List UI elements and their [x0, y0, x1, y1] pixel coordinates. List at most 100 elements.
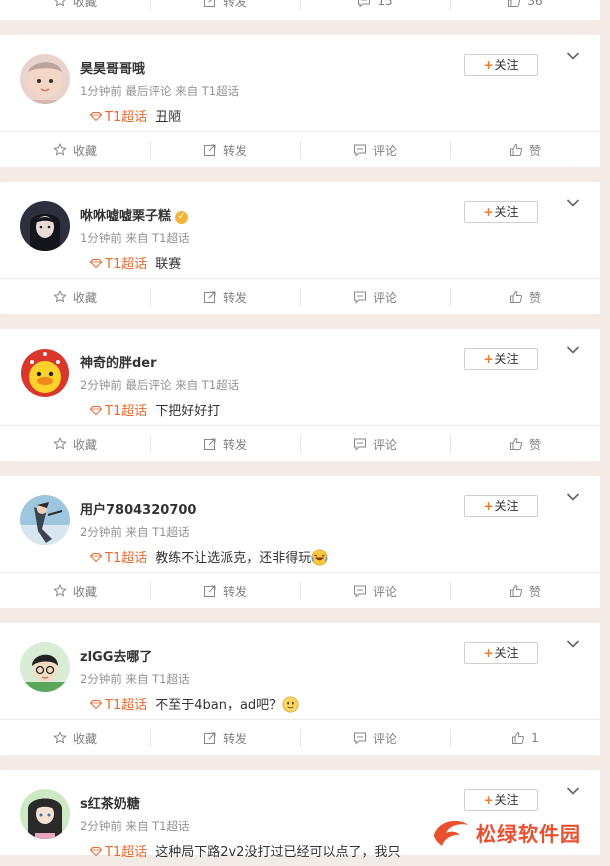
- user-name[interactable]: 用户7804320700: [80, 499, 196, 518]
- user-name[interactable]: s红茶奶糖: [80, 793, 140, 812]
- repost-button[interactable]: 转发: [150, 573, 300, 609]
- comment-icon: [353, 291, 366, 304]
- action-label: 收藏: [72, 731, 97, 746]
- follow-button[interactable]: +关注: [464, 54, 538, 76]
- action-label: 转发: [222, 584, 247, 599]
- follow-button[interactable]: +关注: [464, 642, 538, 664]
- chevron-down-icon[interactable]: [566, 51, 580, 61]
- topic-link[interactable]: T1超话: [90, 551, 147, 566]
- favorite-button[interactable]: 收藏: [0, 132, 150, 168]
- like-button[interactable]: 赞: [450, 279, 600, 315]
- topic-link[interactable]: T1超话: [90, 698, 147, 713]
- post-content: T1超话 联赛: [90, 253, 181, 272]
- chevron-down-icon[interactable]: [566, 639, 580, 649]
- like-button[interactable]: 赞: [450, 573, 600, 609]
- favorite-button[interactable]: 收藏: [0, 0, 150, 19]
- user-name[interactable]: 神奇的胖der: [80, 352, 157, 371]
- plus-icon: +: [483, 58, 494, 72]
- action-label: 转发: [222, 290, 247, 305]
- favorite-button[interactable]: 收藏: [0, 279, 150, 315]
- comment-button[interactable]: 评论: [300, 720, 450, 756]
- like-icon: [509, 290, 523, 303]
- user-avatar[interactable]: [20, 348, 70, 398]
- repost-button[interactable]: 转发: [150, 279, 300, 315]
- action-label: 1: [531, 731, 539, 745]
- topic-link[interactable]: T1超话: [90, 110, 147, 125]
- user-avatar[interactable]: [20, 789, 70, 839]
- post-text: 联赛: [155, 257, 182, 272]
- chevron-down-icon[interactable]: [566, 198, 580, 208]
- comment-icon: [353, 732, 366, 745]
- repost-button[interactable]: 转发: [150, 0, 300, 19]
- user-name[interactable]: zlGG去哪了: [80, 646, 152, 665]
- smile-emoji-icon: [282, 696, 299, 713]
- post-header: 昊昊哥哥哦 1分钟前 最后评论 来自 T1超话 T1超话 丑陋 +关注: [0, 35, 600, 131]
- share-icon: [203, 732, 216, 744]
- star-icon: [53, 584, 67, 597]
- follow-button[interactable]: +关注: [464, 348, 538, 370]
- star-icon: [53, 731, 67, 744]
- action-label: 收藏: [72, 584, 97, 599]
- chevron-down-icon[interactable]: [566, 786, 580, 796]
- comment-button[interactable]: 评论: [300, 279, 450, 315]
- plus-icon: +: [483, 499, 494, 513]
- repost-button[interactable]: 转发: [150, 426, 300, 462]
- comment-button[interactable]: 评论: [300, 573, 450, 609]
- share-icon: [203, 0, 215, 7]
- post-actions: 收藏 转发 评论 赞: [0, 572, 600, 609]
- diamond-icon: [90, 112, 102, 121]
- action-label: 收藏: [72, 290, 97, 305]
- comment-icon: [353, 144, 366, 157]
- comment-button[interactable]: 评论: [300, 132, 450, 168]
- post-actions: 收藏 转发 评论 赞: [0, 278, 600, 315]
- action-label: 赞: [528, 437, 541, 452]
- diamond-icon: [90, 259, 102, 268]
- post-text: 不至于4ban，ad吧？: [155, 698, 283, 713]
- follow-button[interactable]: +关注: [464, 789, 538, 811]
- action-label: 评论: [372, 437, 397, 452]
- repost-button[interactable]: 转发: [150, 720, 300, 756]
- chevron-down-icon[interactable]: [566, 345, 580, 355]
- user-avatar[interactable]: [20, 54, 70, 104]
- follow-button[interactable]: +关注: [464, 495, 538, 517]
- post-actions: 收藏 转发 评论 赞: [0, 131, 600, 168]
- post-actions: 收藏 转发 评论 赞: [0, 425, 600, 462]
- action-label: 赞: [528, 584, 541, 599]
- topic-link[interactable]: T1超话: [90, 404, 147, 419]
- follow-button[interactable]: +关注: [464, 201, 538, 223]
- user-name[interactable]: 昊昊哥哥哦: [80, 58, 145, 77]
- like-button[interactable]: 赞: [450, 426, 600, 462]
- topic-link[interactable]: T1超话: [90, 257, 147, 272]
- post-actions: 收藏 转发 评论 1: [0, 719, 600, 756]
- post-content: T1超话 丑陋: [90, 106, 181, 125]
- user-avatar[interactable]: [20, 642, 70, 692]
- post-text: 丑陋: [155, 110, 182, 125]
- user-avatar[interactable]: [20, 201, 70, 251]
- site-watermark: 松绿软件园: [432, 812, 610, 852]
- like-button[interactable]: 1: [450, 720, 600, 756]
- repost-button[interactable]: 转发: [150, 132, 300, 168]
- post-card: 昊昊哥哥哦 1分钟前 最后评论 来自 T1超话 T1超话 丑陋 +关注收藏 转发 评论 赞: [0, 35, 600, 167]
- like-button[interactable]: 36: [450, 0, 600, 19]
- post-text: 教练不让选派克，还非得玩: [155, 551, 312, 566]
- favorite-button[interactable]: 收藏: [0, 426, 150, 462]
- favorite-button[interactable]: 收藏: [0, 573, 150, 609]
- post-header: 用户7804320700 2分钟前 来自 T1超话 T1超话 教练不让选派克，还非得玩…: [0, 476, 600, 572]
- like-button[interactable]: 赞: [450, 132, 600, 168]
- star-icon: [53, 290, 67, 303]
- comment-button[interactable]: 15: [300, 0, 450, 19]
- action-label: 转发: [222, 143, 247, 158]
- favorite-button[interactable]: 收藏: [0, 720, 150, 756]
- comment-button[interactable]: 评论: [300, 426, 450, 462]
- user-avatar[interactable]: [20, 495, 70, 545]
- post-card: 神奇的胖der 2分钟前 最后评论 来自 T1超话 T1超话 下把好好打 +关注 收藏 转发…: [0, 329, 600, 461]
- post-meta: 1分钟前 最后评论 来自 T1超话: [80, 84, 240, 98]
- post-text: 这种局下路2v2没打过已经可以点了，我只: [155, 845, 401, 860]
- action-label: 评论: [372, 143, 397, 158]
- topic-link[interactable]: T1超话: [90, 845, 147, 860]
- chevron-down-icon[interactable]: [566, 492, 580, 502]
- post-text: 下把好好打: [155, 404, 221, 419]
- user-name[interactable]: 咻咻嘘嘘栗子糕 ✓: [80, 205, 189, 224]
- action-label: 评论: [372, 584, 397, 599]
- comment-icon: [353, 438, 366, 451]
